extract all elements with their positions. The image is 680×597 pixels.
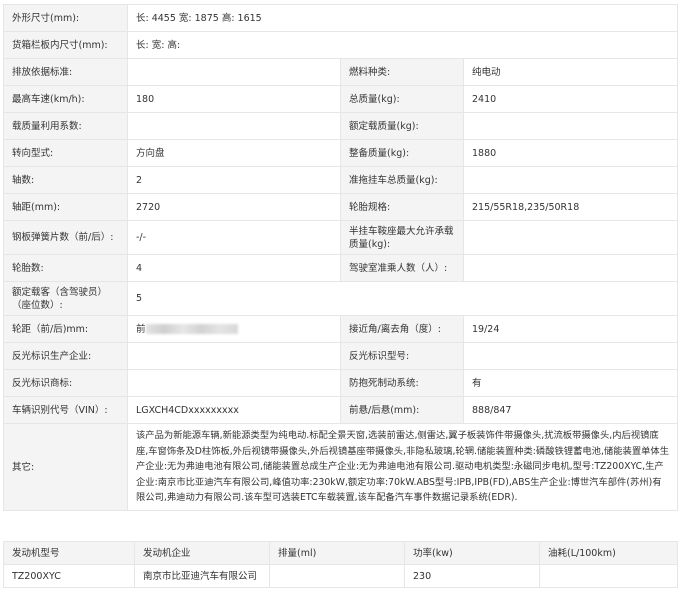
column-header: 发动机型号 — [3, 541, 135, 565]
spec-value — [463, 166, 678, 194]
column-header: 功率(kw) — [404, 541, 540, 565]
spec-value: 纯电动 — [463, 58, 678, 86]
spec-label: 反光标识型号: — [340, 342, 464, 370]
spec-value: 长: 宽: 高: — [127, 31, 678, 59]
spec-label: 反光标识商标: — [3, 369, 128, 397]
spec-value-track: 前 — [127, 315, 341, 343]
spec-value: LGXCH4CDxxxxxxxxx — [127, 396, 341, 424]
spec-value: 2410 — [463, 85, 678, 113]
spec-value: 2720 — [127, 193, 341, 221]
spec-row-dimensions: 外形尺寸(mm): 长: 4455 宽: 1875 高: 1615 — [3, 4, 678, 32]
spec-label: 整备质量(kg): — [340, 139, 464, 167]
spec-row-emission-fuel: 排放依据标准: 燃料种类: 纯电动 — [3, 58, 678, 86]
spec-row-reflector-brand-abs: 反光标识商标: 防抱死制动系统: 有 — [3, 369, 678, 397]
spec-value: 4 — [127, 254, 341, 282]
spec-row-seating: 额定载客（含驾驶员）（座位数）: 5 — [3, 281, 678, 316]
column-header: 排量(ml) — [269, 541, 405, 565]
spec-row-wheelbase-tires: 轴距(mm): 2720 轮胎规格: 215/55R18,235/50R18 — [3, 193, 678, 221]
spec-row-load: 载质量利用系数: 额定载质量(kg): — [3, 112, 678, 140]
spec-value — [463, 342, 678, 370]
spec-value: 方向盘 — [127, 139, 341, 167]
spec-label: 前悬/后悬(mm): — [340, 396, 464, 424]
spec-row-other: 其它: 该产品为新能源车辆,新能源类型为纯电动.标配全景天窗,选装前雷达,侧雷达… — [3, 423, 678, 511]
spec-value — [127, 342, 341, 370]
spec-row-track-angles: 轮距（前/后)mm: 前 接近角/离去角（度）: 19/24 — [3, 315, 678, 343]
spec-value — [463, 220, 678, 255]
spec-value: 长: 4455 宽: 1875 高: 1615 — [127, 4, 678, 32]
redacted-blur — [145, 324, 238, 334]
table-cell — [539, 564, 678, 588]
spec-label: 接近角/离去角（度）: — [340, 315, 464, 343]
spec-label: 轴数: — [3, 166, 128, 194]
engine-table: 发动机型号 发动机企业 排量(ml) 功率(kw) 油耗(L/100km) TZ… — [3, 541, 678, 588]
spec-label: 其它: — [3, 423, 128, 511]
spec-row-vin-overhang: 车辆识别代号（VIN）: LGXCH4CDxxxxxxxxx 前悬/后悬(mm)… — [3, 396, 678, 424]
spec-label: 车辆识别代号（VIN）: — [3, 396, 128, 424]
spec-label: 轮胎数: — [3, 254, 128, 282]
spec-label: 载质量利用系数: — [3, 112, 128, 140]
spec-value — [127, 369, 341, 397]
spec-value: 5 — [127, 281, 678, 316]
spec-label: 反光标识生产企业: — [3, 342, 128, 370]
spec-notes: 该产品为新能源车辆,新能源类型为纯电动.标配全景天窗,选装前雷达,侧雷达,翼子板… — [127, 423, 678, 511]
spec-row-springs-saddle: 钢板弹簧片数（前/后）: -/- 半挂车鞍座最大允许承载质量(kg): — [3, 220, 678, 255]
table-cell: 230 — [404, 564, 540, 588]
table-cell: TZ200XYC — [3, 564, 135, 588]
spec-value: 19/24 — [463, 315, 678, 343]
column-header: 发动机企业 — [134, 541, 270, 565]
spec-label: 额定载客（含驾驶员）（座位数）: — [3, 281, 128, 316]
table-cell — [269, 564, 405, 588]
spec-label: 轮距（前/后)mm: — [3, 315, 128, 343]
spec-label: 准拖挂车总质量(kg): — [340, 166, 464, 194]
spec-value: -/- — [127, 220, 341, 255]
spec-label: 总质量(kg): — [340, 85, 464, 113]
spec-label: 燃料种类: — [340, 58, 464, 86]
spec-row-tire-count-cab: 轮胎数: 4 驾驶室准乘人数（人）: — [3, 254, 678, 282]
spec-label: 驾驶室准乘人数（人）: — [340, 254, 464, 282]
spec-value: 180 — [127, 85, 341, 113]
spec-row-axles-trailer: 轴数: 2 准拖挂车总质量(kg): — [3, 166, 678, 194]
spec-value — [127, 112, 341, 140]
table-row: TZ200XYC 南京市比亚迪汽车有限公司 230 — [3, 564, 678, 588]
spec-value: 有 — [463, 369, 678, 397]
spec-value: 215/55R18,235/50R18 — [463, 193, 678, 221]
spec-label: 半挂车鞍座最大允许承载质量(kg): — [340, 220, 464, 255]
spec-label: 最高车速(km/h): — [3, 85, 128, 113]
spec-label: 货箱栏板内尺寸(mm): — [3, 31, 128, 59]
spec-value: 1880 — [463, 139, 678, 167]
engine-table-header: 发动机型号 发动机企业 排量(ml) 功率(kw) 油耗(L/100km) — [3, 541, 678, 565]
spec-row-speed-mass: 最高车速(km/h): 180 总质量(kg): 2410 — [3, 85, 678, 113]
spec-value — [463, 112, 678, 140]
spec-label: 轴距(mm): — [3, 193, 128, 221]
spec-value — [463, 254, 678, 282]
spec-value — [127, 58, 341, 86]
spec-row-steering-curb: 转向型式: 方向盘 整备质量(kg): 1880 — [3, 139, 678, 167]
vehicle-spec-table: 外形尺寸(mm): 长: 4455 宽: 1875 高: 1615 货箱栏板内尺… — [3, 4, 678, 511]
spec-label: 钢板弹簧片数（前/后）: — [3, 220, 128, 255]
spec-label: 额定载质量(kg): — [340, 112, 464, 140]
spec-value: 2 — [127, 166, 341, 194]
spec-value: 前 — [136, 323, 146, 335]
spec-label: 转向型式: — [3, 139, 128, 167]
spec-value: 888/847 — [463, 396, 678, 424]
spec-row-cargo-box: 货箱栏板内尺寸(mm): 长: 宽: 高: — [3, 31, 678, 59]
column-header: 油耗(L/100km) — [539, 541, 678, 565]
spec-label: 外形尺寸(mm): — [3, 4, 128, 32]
spec-row-reflector-maker: 反光标识生产企业: 反光标识型号: — [3, 342, 678, 370]
spec-label: 轮胎规格: — [340, 193, 464, 221]
spec-label: 防抱死制动系统: — [340, 369, 464, 397]
spec-label: 排放依据标准: — [3, 58, 128, 86]
table-cell: 南京市比亚迪汽车有限公司 — [134, 564, 270, 588]
